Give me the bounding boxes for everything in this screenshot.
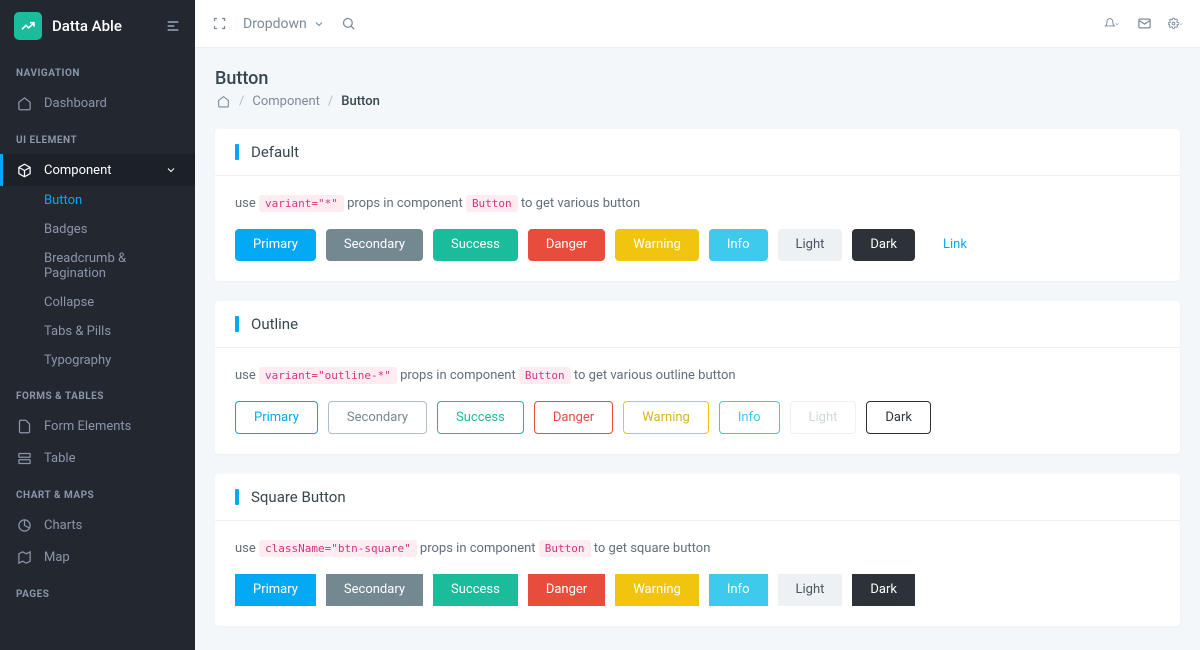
outline-dark-button[interactable]: Dark bbox=[866, 401, 931, 435]
card-hint: use className="btn-square" props in comp… bbox=[235, 541, 1160, 556]
sidebar-sub-button[interactable]: Button bbox=[0, 186, 195, 215]
nav-section-forms: FORMS & TABLES bbox=[0, 375, 195, 410]
outline-warning-button[interactable]: Warning bbox=[623, 401, 709, 435]
square-primary-button[interactable]: Primary bbox=[235, 574, 316, 606]
brand-logo-icon bbox=[14, 12, 42, 40]
map-icon bbox=[16, 549, 32, 565]
square-info-button[interactable]: Info bbox=[709, 574, 768, 606]
mail-icon[interactable] bbox=[1136, 16, 1152, 32]
breadcrumb-sep: / bbox=[328, 94, 333, 109]
sidebar-item-label: Component bbox=[44, 163, 112, 178]
sidebar-item-form[interactable]: Form Elements bbox=[0, 410, 195, 442]
square-light-button[interactable]: Light bbox=[778, 574, 843, 606]
sidebar-item-label: Map bbox=[44, 550, 70, 565]
success-button[interactable]: Success bbox=[433, 229, 518, 261]
sidebar-item-label: Table bbox=[44, 451, 75, 466]
sidebar-item-label: Dashboard bbox=[44, 96, 107, 111]
brand-name: Datta Able bbox=[52, 17, 155, 35]
card-title: Square Button bbox=[251, 488, 346, 506]
card-outline: Outline use variant="outline-*" props in… bbox=[215, 301, 1180, 455]
square-dark-button[interactable]: Dark bbox=[852, 574, 915, 606]
nav-section-navigation: NAVIGATION bbox=[0, 52, 195, 87]
dark-button[interactable]: Dark bbox=[852, 229, 915, 261]
sidebar-sub-tabs[interactable]: Tabs & Pills bbox=[0, 317, 195, 346]
card-title: Outline bbox=[251, 315, 298, 333]
sidebar-item-table[interactable]: Table bbox=[0, 442, 195, 474]
brand[interactable]: Datta Able bbox=[0, 0, 195, 52]
breadcrumb-sep: / bbox=[239, 94, 244, 109]
card-hint: use variant="*" props in component Butto… bbox=[235, 196, 1160, 211]
breadcrumb: / Component / Button bbox=[215, 93, 1180, 109]
sidebar-item-label: Form Elements bbox=[44, 419, 131, 434]
sidebar-item-dashboard[interactable]: Dashboard bbox=[0, 87, 195, 119]
info-button[interactable]: Info bbox=[709, 229, 768, 261]
sidebar-toggle-icon[interactable] bbox=[165, 18, 181, 34]
sidebar-sub-breadcrumb[interactable]: Breadcrumb & Pagination bbox=[0, 244, 195, 288]
breadcrumb-current: Button bbox=[341, 94, 380, 109]
sidebar: Datta Able NAVIGATION Dashboard UI ELEME… bbox=[0, 0, 195, 650]
card-hint: use variant="outline-*" props in compone… bbox=[235, 368, 1160, 383]
outline-light-button[interactable]: Light bbox=[790, 401, 857, 435]
sidebar-sub-collapse[interactable]: Collapse bbox=[0, 288, 195, 317]
outline-danger-button[interactable]: Danger bbox=[534, 401, 613, 435]
primary-button[interactable]: Primary bbox=[235, 229, 316, 261]
nav-section-pages: PAGES bbox=[0, 573, 195, 608]
chevron-down-icon bbox=[163, 162, 179, 178]
card-title: Default bbox=[251, 143, 299, 161]
outline-primary-button[interactable]: Primary bbox=[235, 401, 318, 435]
topbar-dropdown-label: Dropdown bbox=[243, 16, 307, 32]
sidebar-sub-typography[interactable]: Typography bbox=[0, 346, 195, 375]
page-title: Button bbox=[215, 68, 1180, 89]
sidebar-item-component[interactable]: Component bbox=[0, 154, 195, 186]
search-icon[interactable] bbox=[341, 16, 357, 32]
page-header: Button / Component / Button bbox=[215, 68, 1180, 109]
topbar-dropdown[interactable]: Dropdown bbox=[243, 16, 325, 32]
card-default: Default use variant="*" props in compone… bbox=[215, 129, 1180, 281]
link-button[interactable]: Link bbox=[925, 229, 985, 261]
outline-info-button[interactable]: Info bbox=[719, 401, 780, 435]
topbar: Dropdown bbox=[195, 0, 1200, 48]
outline-success-button[interactable]: Success bbox=[437, 401, 524, 435]
square-secondary-button[interactable]: Secondary bbox=[326, 574, 423, 606]
breadcrumb-component[interactable]: Component bbox=[252, 94, 320, 109]
sidebar-item-charts[interactable]: Charts bbox=[0, 509, 195, 541]
square-danger-button[interactable]: Danger bbox=[528, 574, 605, 606]
warning-button[interactable]: Warning bbox=[615, 229, 699, 261]
outline-secondary-button[interactable]: Secondary bbox=[328, 401, 427, 435]
server-icon bbox=[16, 450, 32, 466]
nav-section-chartmaps: CHART & MAPS bbox=[0, 474, 195, 509]
sidebar-sub-badges[interactable]: Badges bbox=[0, 215, 195, 244]
sidebar-item-map[interactable]: Map bbox=[0, 541, 195, 573]
nav-section-uielement: UI ELEMENT bbox=[0, 119, 195, 154]
box-icon bbox=[16, 162, 32, 178]
home-icon bbox=[16, 95, 32, 111]
gear-icon[interactable] bbox=[1168, 16, 1184, 32]
file-icon bbox=[16, 418, 32, 434]
bell-icon[interactable] bbox=[1104, 16, 1120, 32]
fullscreen-icon[interactable] bbox=[211, 16, 227, 32]
square-success-button[interactable]: Success bbox=[433, 574, 518, 606]
sidebar-item-label: Charts bbox=[44, 518, 82, 533]
pie-icon bbox=[16, 517, 32, 533]
secondary-button[interactable]: Secondary bbox=[326, 229, 423, 261]
danger-button[interactable]: Danger bbox=[528, 229, 605, 261]
square-warning-button[interactable]: Warning bbox=[615, 574, 699, 606]
light-button[interactable]: Light bbox=[778, 229, 843, 261]
home-icon[interactable] bbox=[215, 93, 231, 109]
card-square: Square Button use className="btn-square"… bbox=[215, 474, 1180, 626]
